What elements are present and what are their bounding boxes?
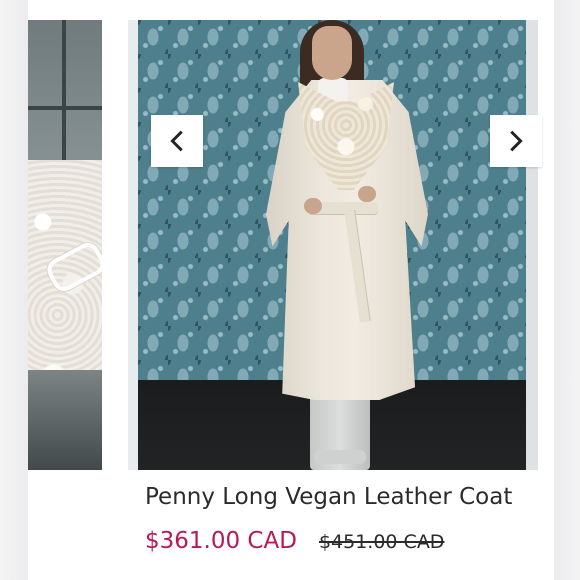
model-shoe <box>314 450 366 464</box>
model-face <box>312 26 352 80</box>
price-row: $361.00 CAD $451.00 CAD <box>145 528 444 554</box>
sale-price: $361.00 CAD <box>145 528 297 554</box>
carousel-prev-button[interactable] <box>151 115 203 167</box>
carousel-next-button[interactable] <box>490 115 542 167</box>
model-hand-left <box>304 198 322 214</box>
product-title[interactable]: Penny Long Vegan Leather Coat <box>145 484 512 510</box>
chevron-right-icon <box>510 130 523 152</box>
background-floor <box>28 370 102 470</box>
model-figure <box>128 20 538 470</box>
right-gutter <box>554 0 580 580</box>
original-price: $451.00 CAD <box>318 531 445 553</box>
chevron-left-icon <box>170 130 183 152</box>
model-hand-right <box>358 186 376 202</box>
carousel-prev-slide-image[interactable] <box>28 20 102 470</box>
carousel-main-slide-image[interactable] <box>128 20 538 470</box>
left-gutter <box>0 0 28 580</box>
